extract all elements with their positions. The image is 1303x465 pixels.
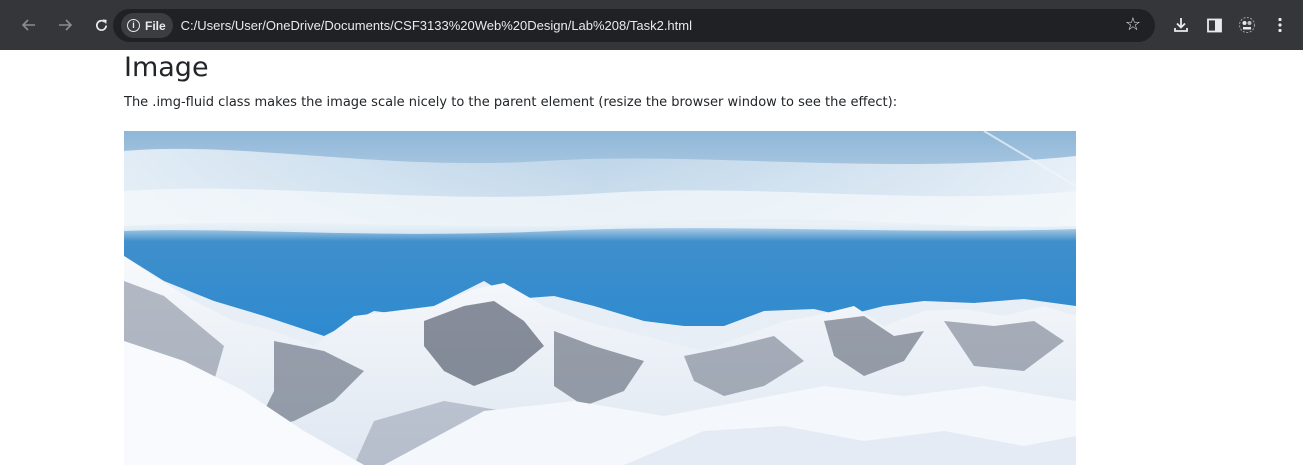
arrow-left-icon (22, 19, 35, 31)
toolbar-actions (1166, 10, 1298, 40)
side-panel-icon (1206, 18, 1222, 32)
star-icon[interactable]: ☆ (1125, 14, 1141, 35)
page-description: The .img-fluid class makes the image sca… (124, 95, 898, 110)
site-info-chip[interactable]: i File (121, 13, 173, 38)
side-panel-button[interactable] (1199, 10, 1229, 40)
mountain-image (124, 131, 1076, 465)
arrow-right-icon (59, 19, 72, 31)
info-icon: i (127, 19, 140, 32)
download-button[interactable] (1166, 10, 1196, 40)
extensions-icon (1239, 17, 1255, 33)
page-title: Image (124, 52, 209, 83)
back-button[interactable] (14, 10, 44, 40)
site-info-label: File (145, 18, 166, 33)
menu-button[interactable] (1265, 10, 1295, 40)
reload-button[interactable] (86, 10, 116, 40)
download-icon (1174, 18, 1188, 32)
menu-icon (1278, 17, 1282, 33)
browser-toolbar: i File C:/Users/User/OneDrive/Documents/… (0, 0, 1303, 50)
url-text[interactable]: C:/Users/User/OneDrive/Documents/CSF3133… (181, 18, 692, 33)
extensions-button[interactable] (1232, 10, 1262, 40)
forward-button[interactable] (50, 10, 80, 40)
address-bar[interactable]: i File C:/Users/User/OneDrive/Documents/… (113, 9, 1155, 42)
reload-icon (95, 18, 107, 31)
mountain-illustration (124, 131, 1076, 465)
